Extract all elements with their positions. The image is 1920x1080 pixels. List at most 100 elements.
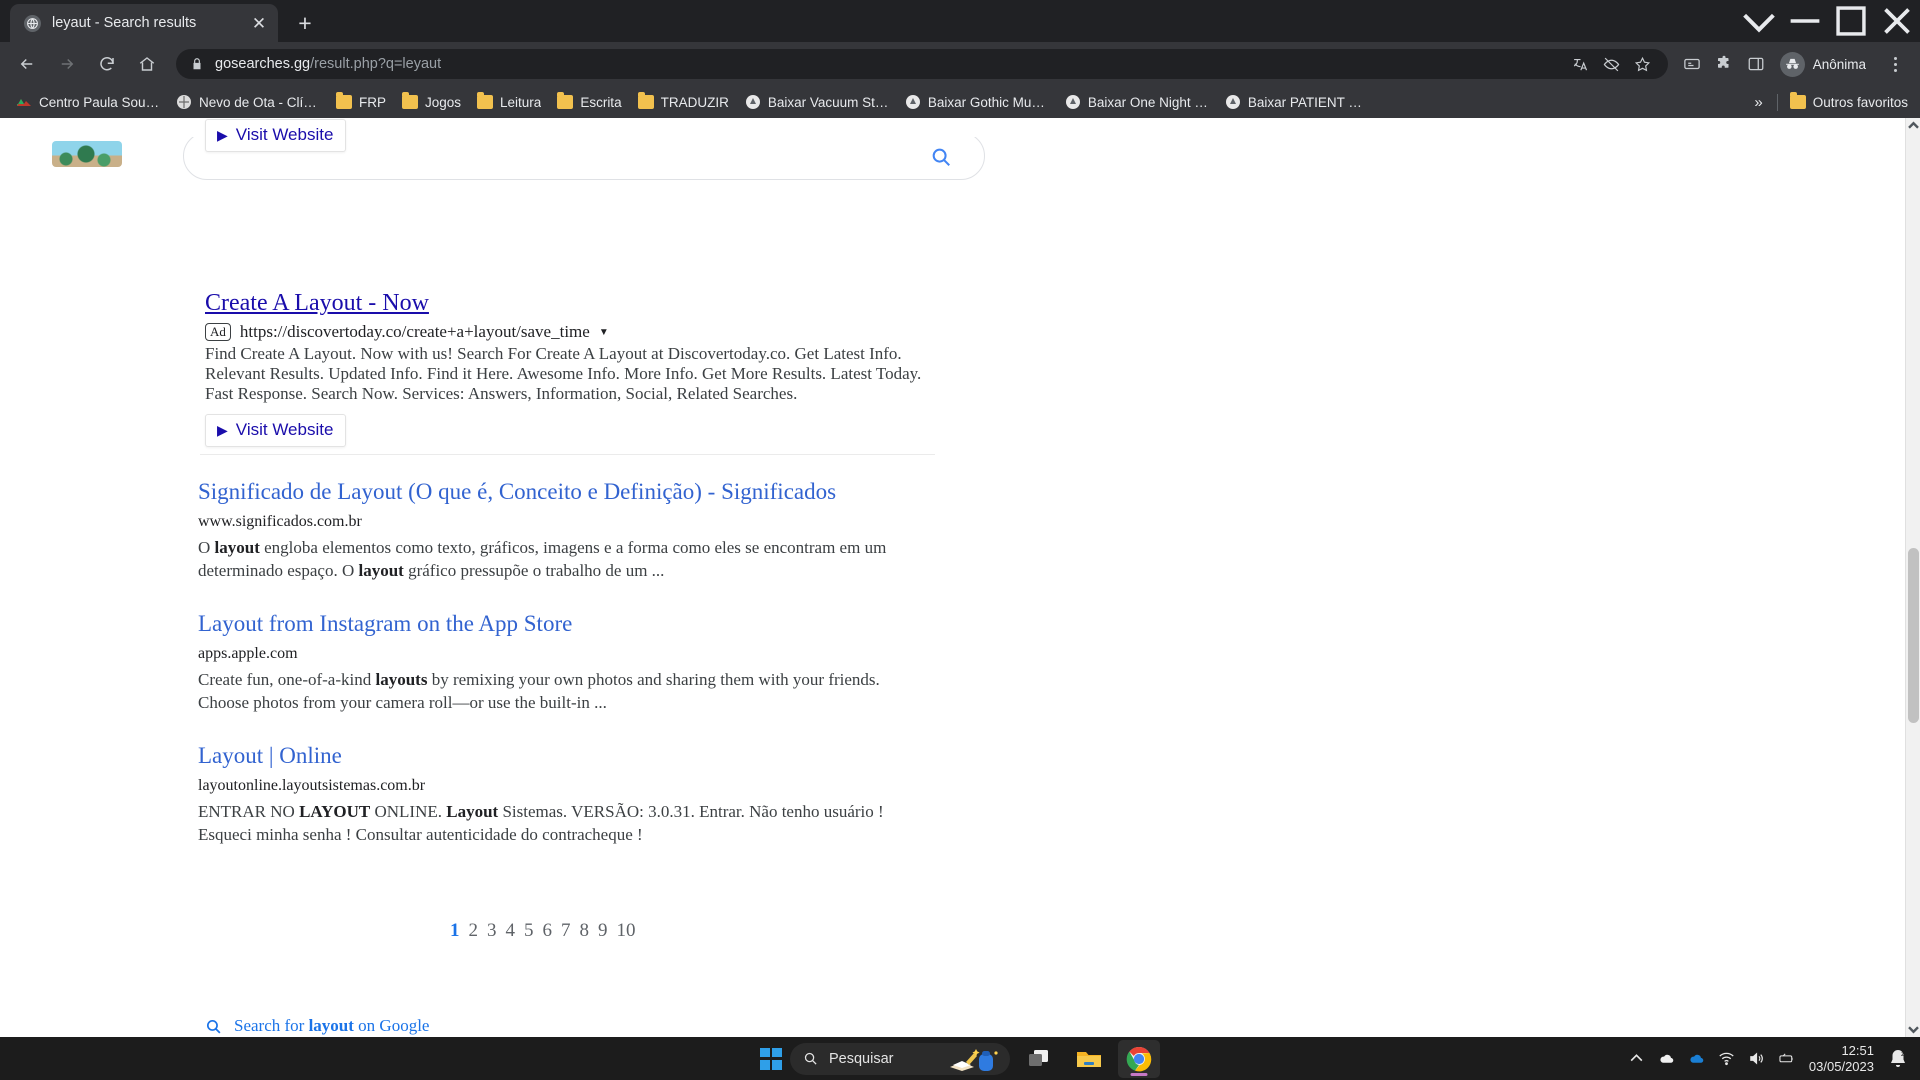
windows-logo-icon[interactable] [760, 1047, 782, 1070]
ad-url-row: Ad https://discovertoday.co/create+a+lay… [205, 322, 945, 342]
window-close-button[interactable] [1874, 0, 1920, 42]
drive-icon [1065, 95, 1080, 109]
bookmark-other-folder[interactable]: Outros favoritos [1782, 89, 1916, 115]
home-icon[interactable] [130, 47, 164, 81]
pagination-page-9[interactable]: 9 [598, 920, 608, 942]
window-controls [1736, 0, 1920, 42]
drive-icon [745, 95, 760, 109]
bookmark-item[interactable]: Centro Paula Souza... [8, 89, 168, 115]
search-result: Layout | Online layoutonline.layoutsiste… [198, 742, 928, 846]
result-url: www.significados.com.br [198, 513, 362, 530]
ad-title-link[interactable]: Create A Layout - Now [205, 290, 945, 317]
bookmark-item[interactable]: Baixar Gothic Murd... [897, 89, 1057, 115]
side-panel-icon[interactable] [1740, 48, 1772, 80]
bookmark-item[interactable]: Nevo de Ota - Clíni... [168, 89, 328, 115]
translate-icon[interactable] [1568, 51, 1594, 77]
notification-bell-icon[interactable]: z [1886, 1044, 1910, 1074]
search-icon[interactable] [930, 146, 952, 168]
bookmark-item[interactable]: Baixar One Night St... [1057, 89, 1217, 115]
pagination-page-1[interactable]: 1 [450, 920, 460, 942]
folder-icon [1789, 92, 1806, 109]
result-title-link[interactable]: Layout from Instagram on the App Store [198, 610, 928, 638]
search-on-google-link[interactable]: Search for layout on Google [205, 1016, 429, 1036]
task-view-icon [1029, 1049, 1048, 1066]
file-explorer-button[interactable] [1068, 1040, 1110, 1078]
scrollbar-thumb[interactable] [1908, 548, 1919, 723]
star-icon[interactable] [1630, 51, 1656, 77]
new-tab-button[interactable]: + [288, 6, 322, 40]
bookmark-item[interactable]: Escrita [549, 89, 629, 115]
pagination-page-5[interactable]: 5 [524, 920, 534, 942]
bookmark-label: Baixar PATIENT de... [1247, 94, 1369, 110]
scroll-up-arrow-icon[interactable] [1906, 118, 1920, 133]
show-hidden-icons-chevron-icon[interactable] [1623, 1044, 1651, 1074]
lock-icon [190, 57, 204, 71]
folder-icon [477, 92, 494, 109]
link-prefix: Search for [234, 1016, 309, 1035]
site-favicon-icon [17, 99, 31, 106]
url-host: gosearches.gg [215, 56, 311, 72]
bookmark-item[interactable]: FRP [328, 89, 394, 115]
reload-icon[interactable] [90, 47, 124, 81]
maximize-button[interactable] [1828, 0, 1874, 42]
taskbar-clock[interactable]: 12:51 03/05/2023 [1803, 1043, 1884, 1075]
tab-title: leyaut - Search results [52, 15, 197, 31]
pagination-page-2[interactable]: 2 [469, 920, 479, 942]
search-icon [803, 1051, 818, 1066]
result-snippet: ENTRAR NO LAYOUT ONLINE. Layout Sistemas… [198, 802, 884, 844]
folder-icon [336, 92, 352, 109]
scroll-down-arrow-icon[interactable] [1906, 1022, 1920, 1037]
chevron-down-icon[interactable]: ▼ [599, 327, 609, 338]
address-bar[interactable]: gosearches.gg/result.php?q=leyaut [176, 49, 1668, 79]
bookmark-item[interactable]: TRADUZIR [630, 89, 737, 115]
task-view-button[interactable] [1018, 1040, 1060, 1078]
visit-website-button[interactable]: ▶ Visit Website [205, 414, 347, 447]
minimize-button[interactable] [1782, 0, 1828, 42]
forward-arrow-icon[interactable] [50, 47, 84, 81]
chrome-button[interactable] [1118, 1039, 1160, 1078]
bookmark-item[interactable]: Baixar PATIENT de... [1217, 89, 1377, 115]
bookmarks-overflow-button[interactable]: » [1744, 94, 1772, 111]
bookmark-item[interactable]: Leitura [469, 89, 549, 115]
ad-url: https://discovertoday.co/create+a+layout… [239, 322, 590, 341]
wifi-icon[interactable] [1713, 1044, 1741, 1074]
eye-slash-icon[interactable] [1599, 51, 1625, 77]
media-icon[interactable] [1676, 48, 1708, 80]
gosearches-logo[interactable] [52, 141, 122, 167]
svg-text:z: z [1901, 1051, 1905, 1058]
bookmark-label: Escrita [580, 94, 622, 110]
pagination-page-3[interactable]: 3 [487, 920, 497, 942]
back-arrow-icon[interactable] [10, 47, 44, 81]
onedrive-white-icon[interactable] [1653, 1044, 1681, 1074]
drive-icon [1225, 95, 1240, 109]
onedrive-blue-icon[interactable] [1683, 1044, 1711, 1074]
result-title-link[interactable]: Layout | Online [198, 742, 928, 770]
battery-icon[interactable] [1773, 1044, 1801, 1074]
three-dots-menu-icon[interactable] [1880, 48, 1910, 80]
folder-icon [637, 92, 654, 109]
bookmark-item[interactable]: Jogos [394, 89, 469, 115]
volume-icon[interactable] [1743, 1044, 1771, 1074]
ad-result: Create A Layout - Now Ad https://discove… [205, 290, 945, 447]
pagination-page-8[interactable]: 8 [580, 920, 590, 942]
close-icon[interactable]: ✕ [246, 10, 272, 36]
page-scrollbar[interactable] [1905, 118, 1920, 1037]
url-path: /result.php?q=leyaut [310, 56, 442, 72]
result-url: apps.apple.com [198, 645, 298, 662]
result-url: layoutonline.layoutsistemas.com.br [198, 777, 426, 794]
browser-tab[interactable]: leyaut - Search results ✕ [10, 4, 278, 42]
visit-website-button[interactable]: ▶ Visit Website [205, 119, 347, 152]
profile-button[interactable]: Anônima [1776, 49, 1878, 79]
pagination-page-7[interactable]: 7 [561, 920, 571, 942]
puzzle-icon[interactable] [1708, 48, 1740, 80]
bookmark-item[interactable]: Baixar Vacuum Stor... [737, 89, 897, 115]
pagination-page-4[interactable]: 4 [506, 920, 516, 942]
folder-icon [557, 92, 574, 109]
taskbar-search-input[interactable]: Pesquisar [790, 1042, 1010, 1075]
visit-website-label: Visit Website [235, 420, 334, 439]
bookmark-label: Jogos [425, 94, 462, 110]
pagination-page-6[interactable]: 6 [543, 920, 553, 942]
pagination-page-10[interactable]: 10 [617, 920, 636, 942]
result-title-link[interactable]: Significado de Layout (O que é, Conceito… [198, 478, 928, 506]
chevron-down-icon[interactable] [1736, 0, 1782, 42]
